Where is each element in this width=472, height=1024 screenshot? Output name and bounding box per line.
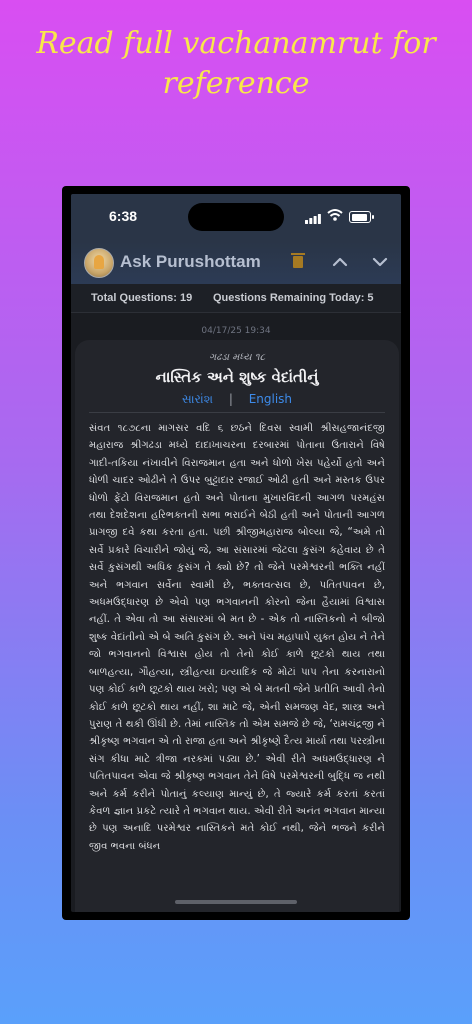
home-indicator[interactable]: [175, 900, 297, 904]
phone-frame: 6:38 Ask Purushottam Total Questions: 19…: [62, 186, 410, 920]
questions-remaining: Questions Remaining Today: 5: [213, 292, 374, 304]
language-switch: સારાંશ | English: [75, 392, 399, 407]
status-bar: 6:38: [71, 194, 401, 242]
avatar[interactable]: [84, 248, 114, 278]
answer-card: ગઢડા મધ્ય ૧૮ નાસ્તિક અને શુષ્ક વેદાંતીનુ…: [75, 340, 399, 912]
app-screen: 6:38 Ask Purushottam Total Questions: 19…: [71, 194, 401, 912]
language-separator: |: [228, 392, 233, 406]
status-time: 6:38: [109, 208, 138, 224]
battery-icon: [349, 211, 374, 223]
trash-icon[interactable]: [291, 253, 305, 268]
promo-headline: Read full vachanamrut for reference: [36, 26, 436, 101]
app-title: Ask Purushottam: [120, 252, 261, 271]
cellular-signal-icon: [305, 214, 321, 224]
app-header: Ask Purushottam: [71, 242, 401, 284]
question-stats-bar: Total Questions: 19 Questions Remaining …: [71, 284, 401, 313]
message-timestamp: 04/17/25 19:34: [201, 326, 271, 336]
wifi-icon: [327, 209, 343, 221]
chevron-up-icon[interactable]: [330, 252, 350, 272]
divider: [89, 412, 385, 413]
vachanamrut-title: નાસ્તિક અને શુષ્ક વેદાંતીનું: [155, 368, 319, 386]
chevron-down-icon[interactable]: [370, 252, 390, 272]
vachanamrut-body-text[interactable]: સંવત ૧૮૭૮ના માગસર વદિ ૬ છઠને દિવસ સ્વામી…: [89, 420, 385, 912]
english-link[interactable]: English: [249, 392, 292, 406]
vachanamrut-reference: ગઢડા મધ્ય ૧૮: [208, 352, 266, 363]
dynamic-island: [188, 203, 284, 231]
summary-link[interactable]: સારાંશ: [182, 392, 213, 406]
total-questions: Total Questions: 19: [91, 292, 193, 304]
